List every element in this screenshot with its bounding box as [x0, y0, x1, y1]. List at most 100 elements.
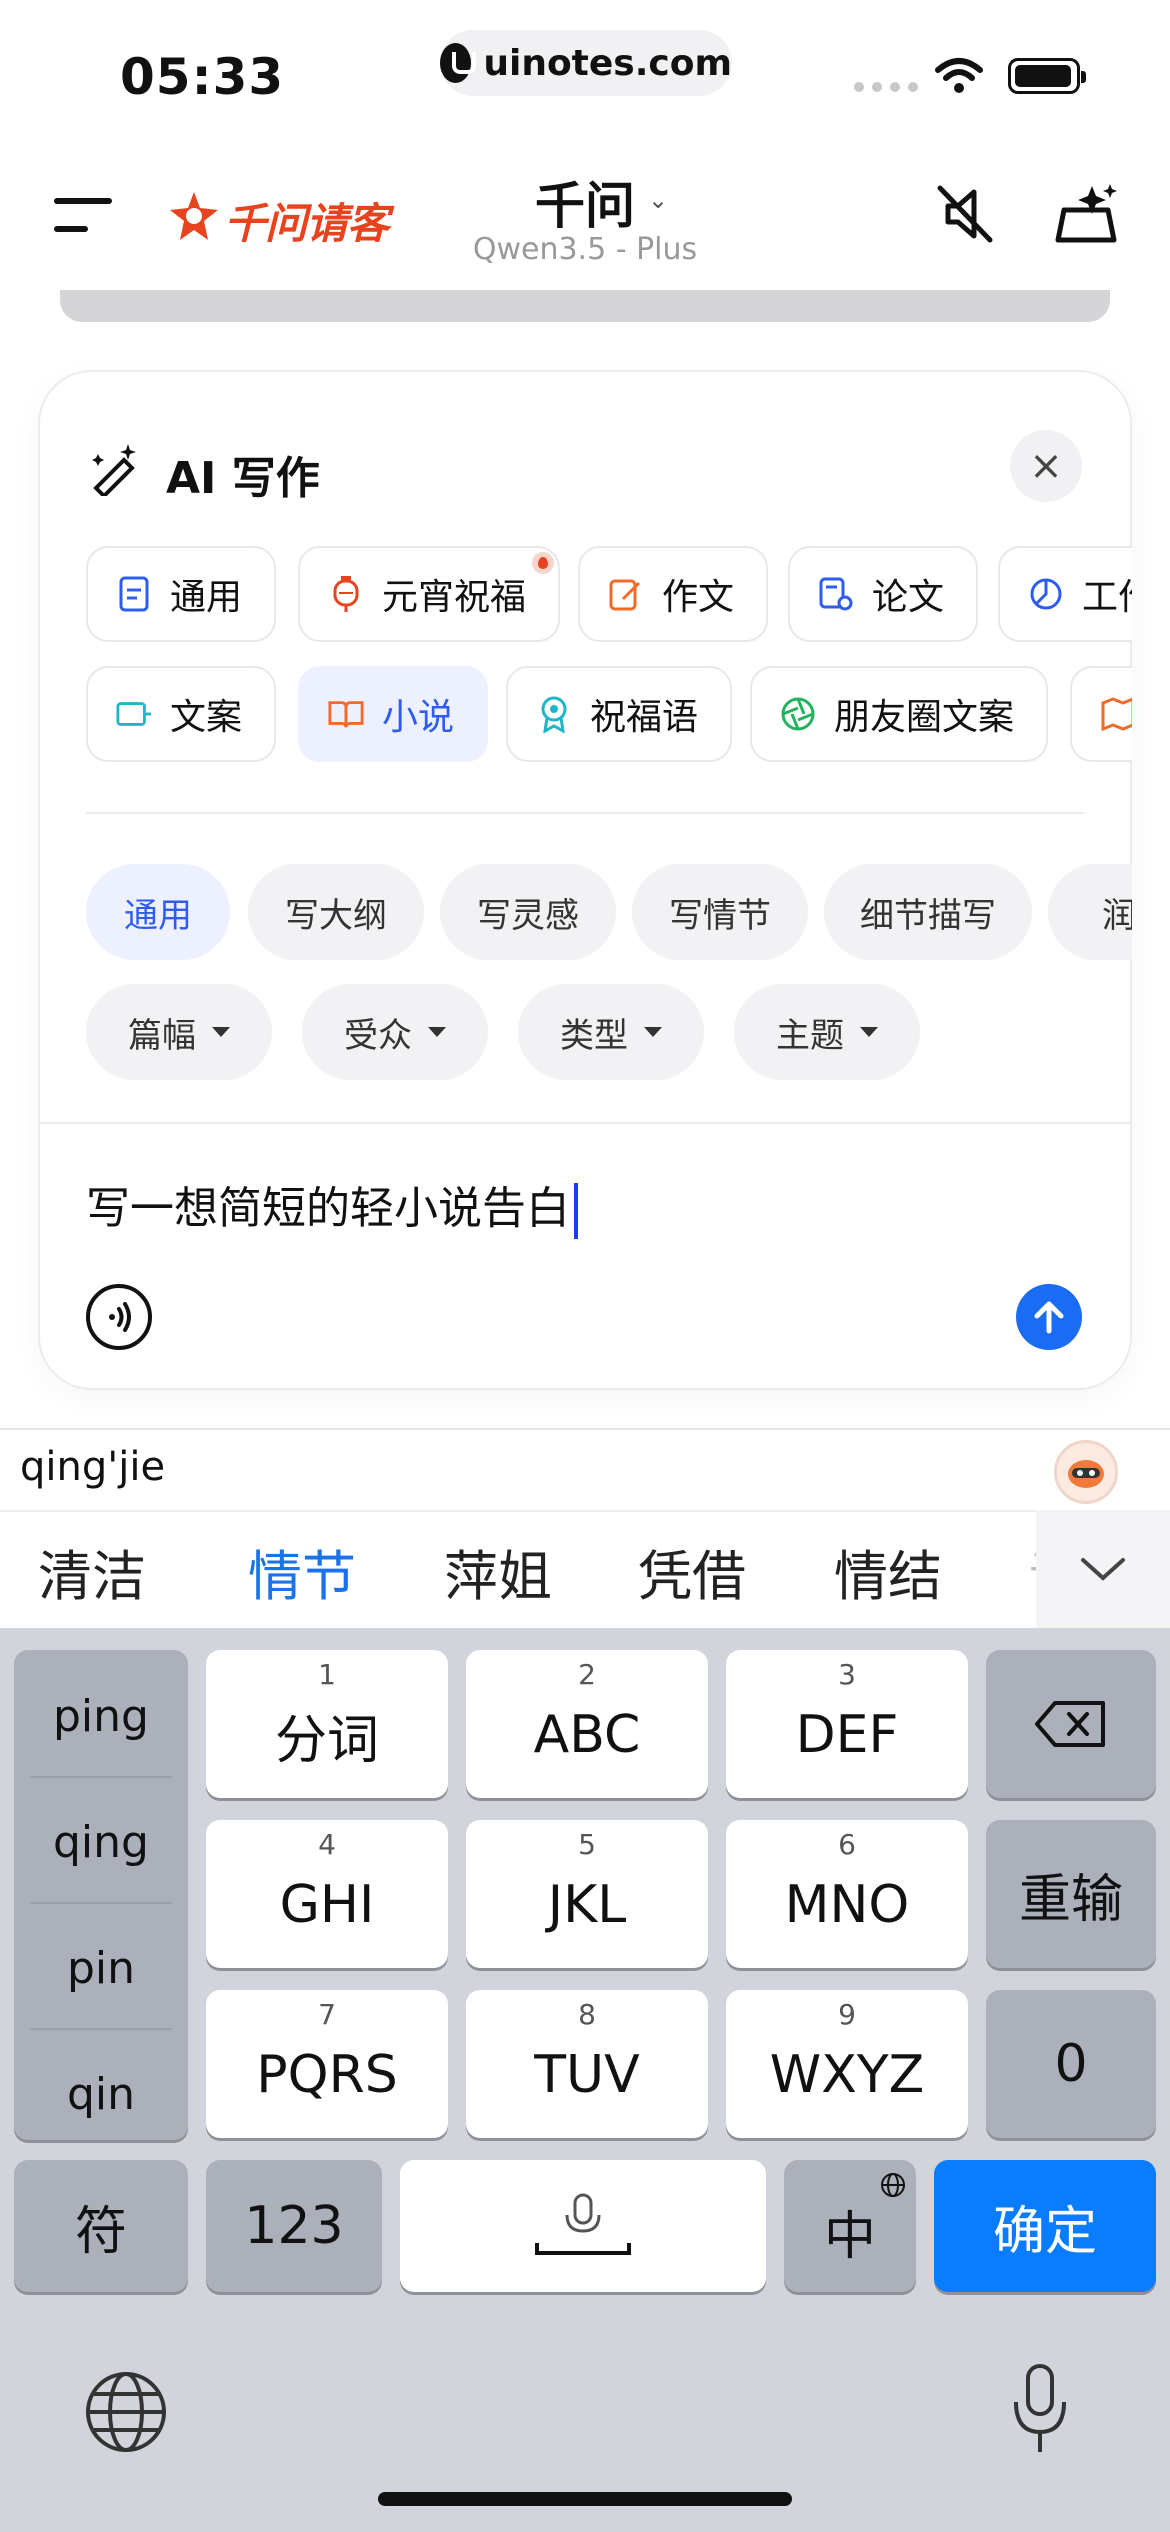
key-number: 4 — [318, 1828, 336, 1861]
key-label: GHI — [279, 1875, 375, 1935]
filter-label: 类型 — [560, 1015, 628, 1056]
language-switch-key[interactable]: 中 — [784, 2160, 916, 2292]
voice-input-button[interactable] — [86, 1284, 152, 1350]
mute-speaker-icon[interactable] — [934, 182, 998, 246]
hot-fire-icon — [532, 552, 554, 574]
candidate-3[interactable]: 萍姐 — [444, 1532, 552, 1611]
number-mode-key[interactable]: 123 — [206, 2160, 382, 2292]
category-chip-novel[interactable]: 小说 — [298, 666, 489, 762]
pinyin-option-2[interactable]: qing — [14, 1780, 188, 1904]
key-9[interactable]: 9 WXYZ — [726, 1990, 968, 2138]
cellular-signal-icon — [854, 82, 918, 92]
key-8[interactable]: 8 TUV — [466, 1990, 708, 2138]
map-icon — [1100, 696, 1132, 732]
category-chip-copywriting[interactable]: 文案 — [86, 666, 277, 762]
key-0[interactable]: 0 — [986, 1990, 1156, 2138]
ime-mascot-icon[interactable] — [1054, 1440, 1118, 1504]
chip-label: 文案 — [170, 697, 243, 738]
chip-label: 作文 — [662, 577, 735, 618]
url-pill[interactable]: uinotes.com — [440, 30, 732, 96]
candidate-1[interactable]: 清洁 — [38, 1532, 146, 1611]
chip-label: 小说 — [382, 697, 455, 738]
chip-label: 工作 — [1082, 577, 1132, 618]
key-number: 8 — [578, 1998, 596, 2031]
prompt-text: 写一想简短的轻小说告白 — [86, 1183, 570, 1234]
category-row-2: 文案 小说 祝福语 朋友圈文案 分享 — [86, 666, 1132, 776]
key-label: 分词 — [274, 1710, 379, 1771]
pinyin-option-4[interactable]: qin — [14, 2032, 188, 2156]
candidate-4[interactable]: 凭借 — [638, 1532, 746, 1611]
tag-icon — [116, 696, 152, 732]
key-1[interactable]: 1 分词 — [206, 1650, 448, 1798]
edit-note-icon — [608, 576, 644, 612]
prompt-input[interactable]: 写一想简短的轻小说告白 — [86, 1172, 578, 1239]
caret-down-icon — [644, 1027, 662, 1037]
aperture-icon — [780, 696, 816, 732]
category-chip-moments[interactable]: 朋友圈文案 — [750, 666, 1049, 762]
backspace-key[interactable] — [986, 1650, 1156, 1798]
space-key[interactable] — [400, 2160, 766, 2292]
menu-icon[interactable] — [54, 196, 114, 236]
new-chat-sparkle-icon[interactable] — [1052, 180, 1122, 246]
caret-down-icon — [428, 1027, 446, 1037]
category-chip-essay[interactable]: 作文 — [578, 546, 769, 642]
category-row-1: 通用 元宵祝福 作文 论文 工作 — [86, 546, 1132, 656]
chevron-down-icon[interactable]: ⌄ — [648, 186, 668, 214]
key-6[interactable]: 6 MNO — [726, 1820, 968, 1968]
category-chip-more[interactable]: 分享 — [1070, 666, 1132, 762]
brand-logo-icon — [170, 192, 218, 240]
category-chip-lantern-festival[interactable]: 元宵祝福 — [298, 546, 561, 642]
filter-label: 受众 — [344, 1015, 412, 1056]
subtab-row: 通用 写大纲 写灵感 写情节 细节描写 润色 — [86, 864, 1132, 964]
key-number: 5 — [578, 1828, 596, 1861]
filter-theme[interactable]: 主题 — [734, 984, 920, 1080]
key-5[interactable]: 5 JKL — [466, 1820, 708, 1968]
pinyin-option-3[interactable]: pin — [14, 1906, 188, 2030]
send-button[interactable] — [1016, 1284, 1082, 1350]
key-3[interactable]: 3 DEF — [726, 1650, 968, 1798]
filter-label: 篇幅 — [128, 1015, 196, 1056]
category-chip-paper[interactable]: 论文 — [788, 546, 979, 642]
panel-title: AI 写作 — [166, 453, 320, 504]
key-2[interactable]: 2 ABC — [466, 1650, 708, 1798]
caret-down-icon — [860, 1027, 878, 1037]
subtab-plot[interactable]: 写情节 — [632, 864, 808, 960]
category-chip-general[interactable]: 通用 — [86, 546, 277, 642]
chevron-down-icon — [1081, 1558, 1125, 1581]
model-subtitle: Qwen3.5 - Plus — [472, 232, 698, 267]
subtab-detail[interactable]: 细节描写 — [824, 864, 1032, 960]
expand-candidates-button[interactable] — [1036, 1510, 1170, 1628]
category-chip-work[interactable]: 工作 — [998, 546, 1132, 642]
chip-label: 元宵祝福 — [382, 577, 527, 618]
subtab-inspiration[interactable]: 写灵感 — [440, 864, 616, 960]
dictation-microphone-icon[interactable] — [1008, 2362, 1072, 2458]
subtab-outline[interactable]: 写大纲 — [248, 864, 424, 960]
chip-label: 通用 — [170, 577, 243, 618]
filter-type[interactable]: 类型 — [518, 984, 704, 1080]
pinyin-option-1[interactable]: ping — [14, 1654, 188, 1778]
confirm-key[interactable]: 确定 — [934, 2160, 1156, 2292]
candidate-5[interactable]: 情结 — [834, 1532, 942, 1611]
input-divider — [40, 1122, 1130, 1124]
globe-small-icon — [881, 2173, 905, 2197]
subtab-polish[interactable]: 润色 — [1048, 864, 1132, 960]
filter-length[interactable]: 篇幅 — [86, 984, 272, 1080]
category-chip-greetings[interactable]: 祝福语 — [506, 666, 733, 762]
chip-label: 论文 — [872, 577, 945, 618]
arrow-up-icon — [1034, 1301, 1064, 1334]
microphone-space-icon — [535, 2193, 631, 2255]
key-7[interactable]: 7 PQRS — [206, 1990, 448, 2138]
symbol-key[interactable]: 符 — [14, 2160, 188, 2292]
globe-icon[interactable] — [84, 2370, 168, 2454]
reenter-key[interactable]: 重输 — [986, 1820, 1156, 1968]
key-4[interactable]: 4 GHI — [206, 1820, 448, 1968]
filter-audience[interactable]: 受众 — [302, 984, 488, 1080]
pinyin-composition-bar — [0, 1428, 1170, 1510]
candidate-2[interactable]: 情节 — [248, 1532, 356, 1611]
chip-label: 祝福语 — [590, 697, 699, 738]
close-button[interactable]: × — [1010, 430, 1082, 502]
pinyin-divider — [30, 1902, 172, 1904]
subtab-general[interactable]: 通用 — [86, 864, 230, 960]
pinyin-divider — [30, 1776, 172, 1778]
pinyin-text: qing'jie — [20, 1444, 166, 1490]
